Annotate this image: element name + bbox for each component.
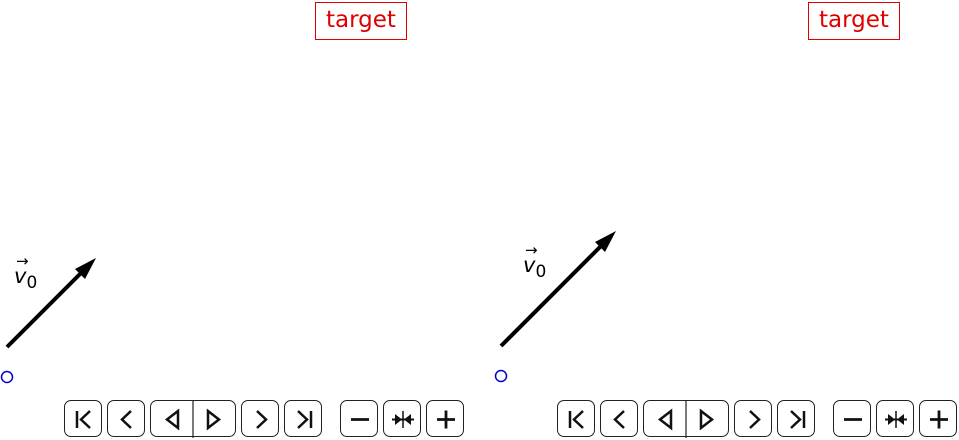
zoom-out-button[interactable] — [340, 400, 378, 437]
compress-icon — [885, 411, 907, 428]
zoom-reset-button[interactable] — [876, 400, 914, 437]
scene-canvas — [494, 231, 616, 383]
play-direction-group — [643, 400, 729, 438]
zoom-reset-button[interactable] — [383, 400, 421, 437]
play-backward-icon[interactable] — [164, 408, 180, 431]
velocity-vector — [499, 231, 616, 348]
skip-to-start-button[interactable] — [557, 400, 595, 437]
step-back-button[interactable] — [107, 400, 145, 437]
velocity-label: → v0 — [523, 241, 547, 283]
skip-to-start-icon — [568, 410, 584, 429]
zoom-in-button[interactable] — [426, 400, 464, 437]
velocity-label: → v0 — [14, 252, 38, 294]
minus-icon — [844, 418, 862, 421]
plus-icon — [437, 410, 455, 429]
skip-to-end-icon — [297, 410, 313, 429]
play-backward-icon[interactable] — [657, 408, 673, 431]
origin-marker[interactable] — [0, 370, 14, 384]
step-forward-button[interactable] — [241, 400, 279, 437]
skip-to-end-icon — [790, 410, 806, 429]
play-forward-icon[interactable] — [206, 408, 222, 431]
play-direction-icons — [164, 401, 222, 438]
step-back-button[interactable] — [600, 400, 638, 437]
skip-to-start-icon — [75, 410, 91, 429]
play-direction-group — [150, 400, 236, 438]
step-forward-button[interactable] — [734, 400, 772, 437]
play-forward-icon[interactable] — [699, 408, 715, 431]
skip-to-end-button[interactable] — [777, 400, 815, 437]
chevron-left-icon — [613, 410, 625, 429]
origin-marker[interactable] — [494, 369, 508, 383]
chevron-right-icon — [256, 410, 268, 429]
minus-icon — [351, 418, 369, 421]
simulation-panel-right: target → v0 — [493, 0, 959, 440]
play-direction-icons — [657, 401, 715, 438]
chevron-right-icon — [749, 410, 761, 429]
zoom-in-button[interactable] — [919, 400, 957, 437]
skip-to-start-button[interactable] — [64, 400, 102, 437]
chevron-left-icon — [120, 410, 132, 429]
skip-to-end-button[interactable] — [284, 400, 322, 437]
compress-icon — [392, 411, 414, 428]
simulation-panel-left: target → v0 — [0, 0, 472, 440]
scene-canvas — [0, 258, 96, 384]
plus-icon — [930, 410, 948, 429]
zoom-out-button[interactable] — [833, 400, 871, 437]
